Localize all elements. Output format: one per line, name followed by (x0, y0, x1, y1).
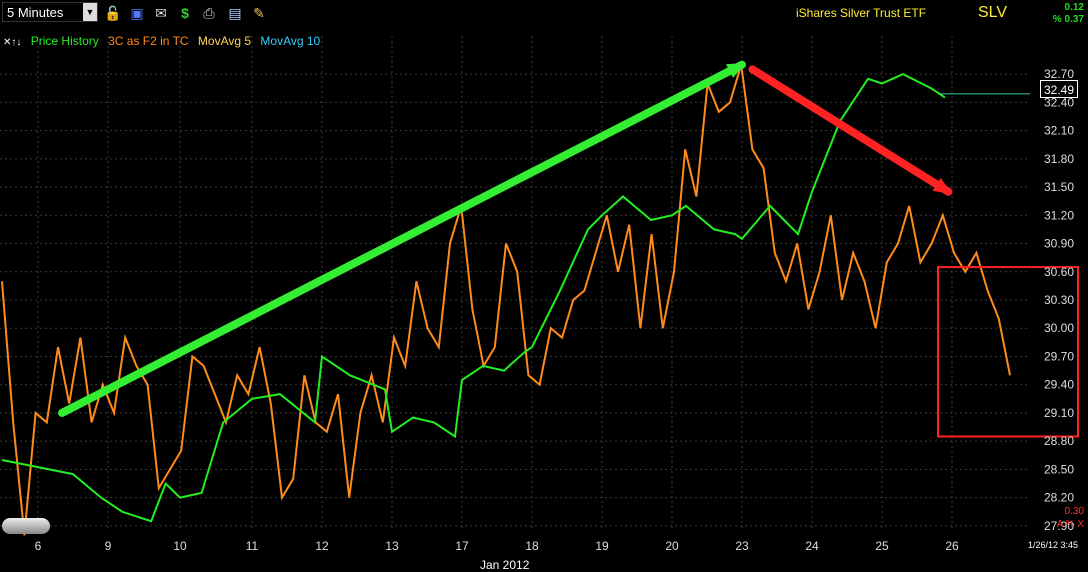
card-icon[interactable]: ▤ (226, 4, 244, 22)
x-tick-label: 23 (735, 539, 749, 553)
x-tick-label: 20 (665, 539, 679, 553)
scroll-handle[interactable] (2, 518, 50, 534)
print-icon[interactable]: ⎙ (200, 4, 218, 22)
pencil-icon[interactable]: ✎ (250, 4, 268, 22)
x-tick-label: 10 (173, 539, 187, 553)
x-tick-label: 12 (315, 539, 329, 553)
indicator-buttons[interactable]: A % X (1057, 519, 1084, 530)
y-tick-label: 31.20 (1044, 208, 1074, 222)
save-icon[interactable]: ▣ (128, 4, 146, 22)
x-axis: 6 9 10 11 12 13 17 18 19 20 23 24 25 26 (35, 539, 959, 553)
y-tick-label: 30.90 (1044, 237, 1074, 251)
x-tick-label: 9 (105, 539, 112, 553)
y-tick-label: 28.20 (1044, 491, 1074, 505)
dropdown-icon[interactable]: ▼ (83, 3, 97, 21)
x-tick-label: 11 (246, 539, 259, 553)
trend-arrow-line (58, 60, 746, 417)
last-price-box: 32.49 (1040, 80, 1078, 98)
dollar-icon[interactable]: $ (176, 4, 194, 22)
x-tick-label: 25 (875, 539, 889, 553)
price-chart[interactable]: 32.7032.4032.1031.8031.5031.2030.9030.60… (0, 26, 1088, 571)
y-tick-label: 28.50 (1044, 462, 1074, 476)
x-tick-label: 26 (945, 539, 959, 553)
x-tick-label: 19 (595, 539, 609, 553)
x-tick-label: 18 (525, 539, 539, 553)
x-tick-label: 6 (35, 539, 42, 553)
lock-icon[interactable]: 🔓 (104, 4, 122, 22)
y-tick-label: 30.60 (1044, 265, 1074, 279)
chart-annotations (58, 60, 1079, 438)
price-series (1, 72, 1030, 523)
y-tick-label: 28.80 (1044, 434, 1074, 448)
ticker-symbol: SLV (978, 4, 1008, 21)
indicator-scale-value: 0.30 (1064, 506, 1084, 517)
y-tick-label: 29.70 (1044, 349, 1074, 363)
toolbar: 5 Minutes ▼ 🔓 ▣ ✉ $ ⎙ ▤ ✎ iShares Silver… (0, 0, 1088, 26)
y-tick-label: 29.10 (1044, 406, 1074, 420)
last-datetime: 1/26/12 3:45 (1027, 540, 1078, 550)
y-tick-label: 31.50 (1044, 180, 1074, 194)
month-label: Jan 2012 (480, 558, 530, 572)
change-percent: % 0.37 (1052, 14, 1084, 25)
change-absolute: 0.12 (1064, 2, 1084, 13)
y-tick-label: 30.00 (1044, 321, 1074, 335)
y-tick-label: 29.40 (1044, 378, 1074, 392)
timeframe-label: 5 Minutes (7, 5, 64, 20)
x-tick-label: 24 (805, 539, 819, 553)
x-tick-label: 17 (455, 539, 469, 553)
timeframe-select[interactable]: 5 Minutes ▼ (2, 2, 98, 22)
price-line (1, 72, 946, 523)
mail-icon[interactable]: ✉ (152, 4, 170, 22)
x-tick-label: 13 (385, 539, 399, 553)
security-name: iShares Silver Trust ETF (796, 6, 927, 20)
y-tick-label: 32.10 (1044, 124, 1074, 138)
y-axis: 32.7032.4032.1031.8031.5031.2030.9030.60… (1044, 67, 1074, 533)
y-tick-label: 30.30 (1044, 293, 1074, 307)
y-tick-label: 31.80 (1044, 152, 1074, 166)
